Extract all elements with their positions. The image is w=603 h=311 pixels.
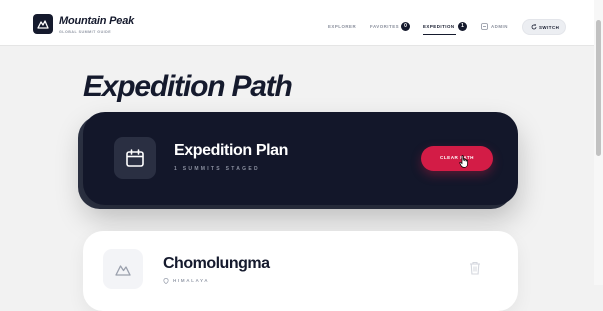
mountain-icon-tile [103, 249, 143, 289]
trash-icon[interactable] [469, 261, 481, 275]
expedition-plan-card: Expedition Plan 1 SUMMITS STAGED CLEAR P… [83, 112, 518, 205]
calendar-icon-tile [114, 137, 156, 179]
summit-name: Chomolungma [163, 255, 270, 272]
mountain-logo-icon [37, 20, 49, 29]
brand-tagline: GLOBAL SUMMIT GUIDE [59, 30, 112, 34]
mountain-icon [115, 265, 131, 276]
nav-explorer[interactable]: EXPLORER [328, 24, 356, 29]
plan-summit-count: 1 SUMMITS STAGED [174, 166, 260, 172]
logo[interactable] [33, 14, 53, 34]
hand-pointer-cursor-icon [459, 155, 468, 168]
switch-label: SWITCH [539, 24, 560, 30]
brand-name: Mountain Peak [59, 15, 135, 27]
nav-admin[interactable]: ADMIN [491, 24, 508, 29]
scrollbar-thumb[interactable] [596, 20, 601, 156]
summit-card[interactable]: Chomolungma HIMALAYA [83, 231, 518, 311]
summit-region: HIMALAYA [173, 278, 210, 283]
switch-button[interactable]: SWITCH [522, 19, 566, 35]
nav-expedition[interactable]: EXPEDITION [423, 24, 455, 29]
calendar-icon [126, 149, 144, 167]
expedition-count-badge: 1 [458, 22, 467, 31]
location-pin-icon [163, 278, 169, 284]
clear-path-label: CLEAR PATH [440, 155, 474, 160]
admin-icon[interactable] [481, 23, 488, 30]
favorites-count-badge: 0 [401, 22, 410, 31]
nav-favorites[interactable]: FAVORITES [370, 24, 399, 29]
page-title: Expedition Path [83, 70, 293, 103]
clear-path-button[interactable]: CLEAR PATH [421, 146, 493, 171]
top-navigation-bar: Mountain Peak GLOBAL SUMMIT GUIDE EXPLOR… [0, 0, 603, 46]
refresh-icon [531, 24, 537, 30]
plan-title: Expedition Plan [174, 142, 289, 159]
active-tab-indicator [423, 34, 456, 35]
